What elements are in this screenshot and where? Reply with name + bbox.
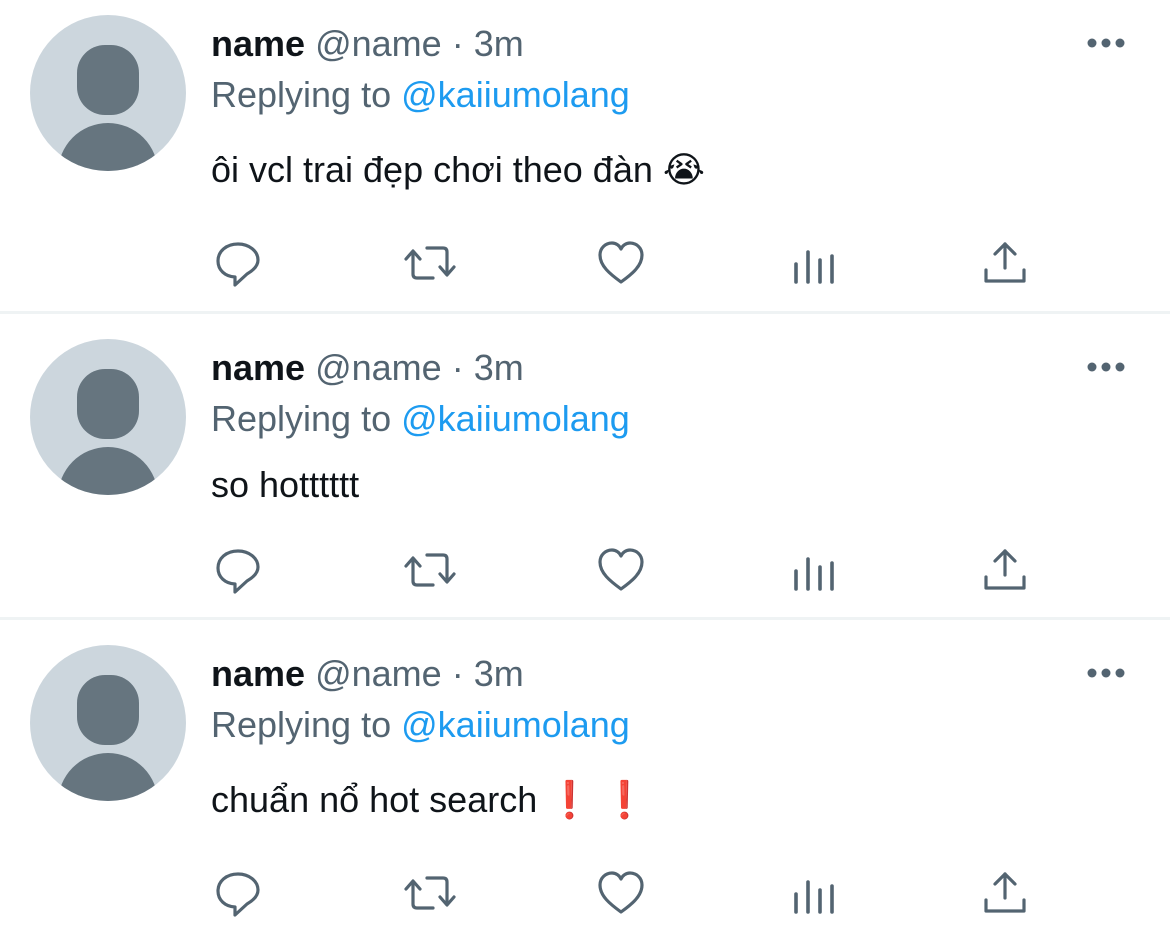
avatar-body-shape (58, 123, 158, 171)
tweet-text: so hotttttt (211, 463, 359, 507)
reply-icon[interactable] (213, 868, 263, 918)
like-icon[interactable] (596, 238, 646, 288)
replying-to-handle[interactable]: @kaiiumolang (401, 398, 630, 439)
tweet-header: name @name · 3m (211, 652, 524, 696)
crying-emoji: 😭 (662, 149, 705, 190)
replying-to: Replying to @kaiiumolang (211, 73, 630, 117)
avatar-head-shape (77, 675, 139, 745)
share-icon[interactable] (980, 238, 1030, 288)
more-icon[interactable] (1086, 666, 1126, 678)
avatar-body-shape (58, 447, 158, 495)
separator-dot: · (451, 347, 464, 388)
like-icon[interactable] (596, 868, 646, 918)
separator-dot: · (451, 23, 464, 64)
tweet-text: ôi vcl trai đẹp chơi theo đàn 😭 (211, 148, 705, 192)
avatar[interactable] (30, 15, 186, 171)
tweet-divider (0, 311, 1170, 314)
avatar-head-shape (77, 369, 139, 439)
tweet-header: name @name · 3m (211, 346, 524, 390)
user-handle[interactable]: @name (315, 347, 442, 388)
separator-dot: · (451, 653, 464, 694)
action-bar (0, 868, 1170, 918)
display-name[interactable]: name (211, 653, 305, 694)
tweet-text-content: ôi vcl trai đẹp chơi theo đàn (211, 149, 653, 190)
avatar-head-shape (77, 45, 139, 115)
views-icon[interactable] (790, 238, 840, 288)
retweet-icon[interactable] (403, 545, 456, 595)
avatar[interactable] (30, 645, 186, 801)
replying-to: Replying to @kaiiumolang (211, 703, 630, 747)
action-bar (0, 238, 1170, 288)
tweet-text-content: chuẩn nổ hot search (211, 779, 538, 820)
views-icon[interactable] (790, 868, 840, 918)
exclamation-emoji: ❗ ❗ (547, 779, 647, 820)
display-name[interactable]: name (211, 347, 305, 388)
reply-icon[interactable] (213, 238, 263, 288)
avatar[interactable] (30, 339, 186, 495)
display-name[interactable]: name (211, 23, 305, 64)
replying-to-handle[interactable]: @kaiiumolang (401, 704, 630, 745)
tweet-divider (0, 617, 1170, 620)
timestamp[interactable]: 3m (474, 23, 524, 64)
retweet-icon[interactable] (403, 238, 456, 288)
share-icon[interactable] (980, 545, 1030, 595)
share-icon[interactable] (980, 868, 1030, 918)
replying-to-label: Replying to (211, 74, 392, 115)
user-handle[interactable]: @name (315, 653, 442, 694)
tweet-header: name @name · 3m (211, 22, 524, 66)
tweet-text: chuẩn nổ hot search ❗ ❗ (211, 778, 647, 822)
replying-to-label: Replying to (211, 704, 392, 745)
timestamp[interactable]: 3m (474, 347, 524, 388)
replying-to-label: Replying to (211, 398, 392, 439)
views-icon[interactable] (790, 545, 840, 595)
timestamp[interactable]: 3m (474, 653, 524, 694)
retweet-icon[interactable] (403, 868, 456, 918)
more-icon[interactable] (1086, 360, 1126, 372)
replying-to: Replying to @kaiiumolang (211, 397, 630, 441)
avatar-body-shape (58, 753, 158, 801)
action-bar (0, 545, 1170, 595)
like-icon[interactable] (596, 545, 646, 595)
tweet-text-content: so hotttttt (211, 464, 360, 505)
replying-to-handle[interactable]: @kaiiumolang (401, 74, 630, 115)
more-icon[interactable] (1086, 36, 1126, 48)
reply-icon[interactable] (213, 545, 263, 595)
user-handle[interactable]: @name (315, 23, 442, 64)
